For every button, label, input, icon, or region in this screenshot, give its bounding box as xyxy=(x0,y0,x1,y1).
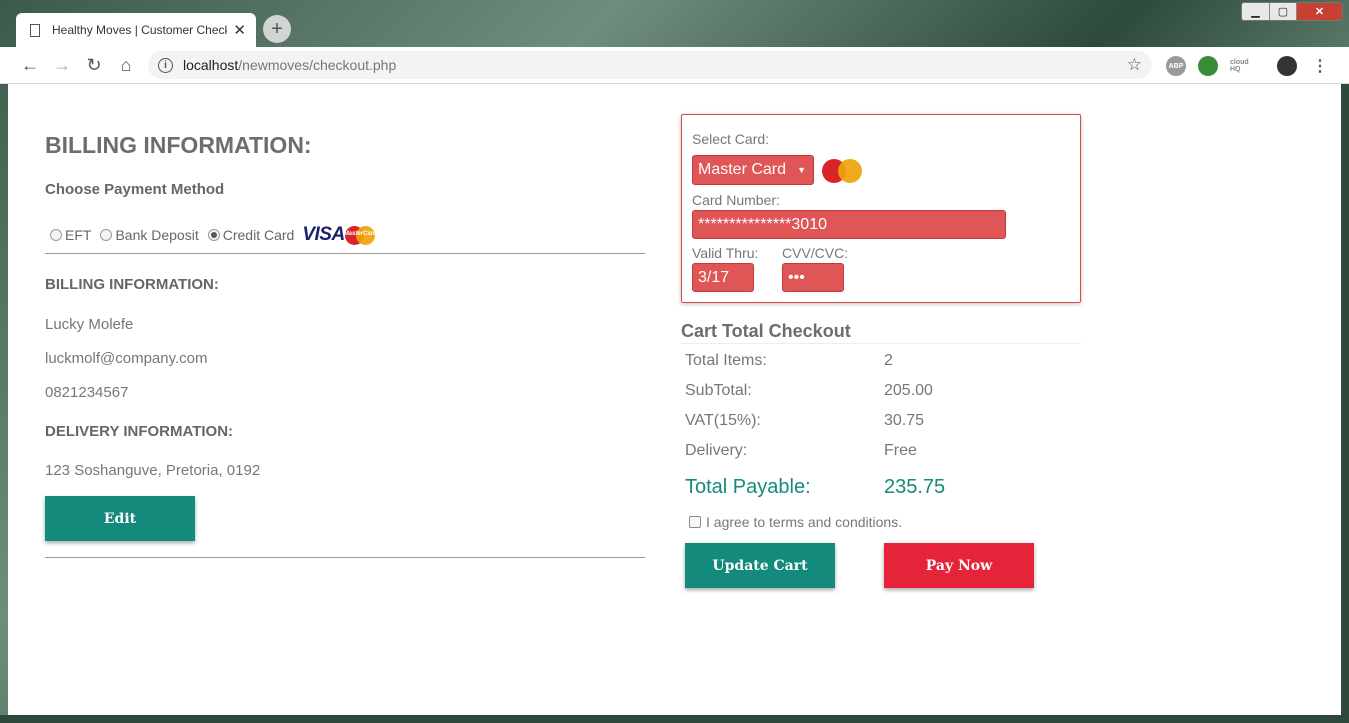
credit-card-radio[interactable] xyxy=(207,229,220,241)
back-icon[interactable]: ← xyxy=(14,55,46,76)
vat-value: 30.75 xyxy=(884,412,925,429)
tab-strip: Healthy Moves | Customer Check ✕ + ▁ ▢ ✕ xyxy=(0,0,1349,47)
card-number-input[interactable]: ***************3010 xyxy=(692,210,1006,239)
minimize-icon[interactable]: ▁ xyxy=(1242,3,1269,20)
bookmark-star-icon[interactable]: ☆ xyxy=(1127,55,1142,75)
divider xyxy=(681,343,1081,344)
maximize-icon[interactable]: ▢ xyxy=(1269,3,1296,20)
total-payable-label: Total Payable: xyxy=(685,476,811,498)
divider xyxy=(45,557,645,558)
profile-avatar-icon[interactable] xyxy=(1277,56,1297,76)
new-tab-button[interactable]: + xyxy=(263,15,291,43)
terms-label: I agree to terms and conditions. xyxy=(706,514,903,530)
close-tab-icon[interactable]: ✕ xyxy=(233,21,246,39)
mastercard-logo-text: MasterCard xyxy=(343,230,377,237)
delivery-value: Free xyxy=(884,442,917,459)
url-path: /newmoves/checkout.php xyxy=(238,57,397,73)
total-payable-value: 235.75 xyxy=(884,476,946,498)
method-bank-deposit[interactable]: Bank Deposit xyxy=(100,227,199,243)
address-bar[interactable]: i localhost/newmoves/checkout.php ☆ xyxy=(148,51,1152,79)
valid-thru-input[interactable]: 3/17 xyxy=(692,263,754,292)
edit-button[interactable]: Edit xyxy=(45,496,195,541)
browser-window: Healthy Moves | Customer Check ✕ + ▁ ▢ ✕… xyxy=(0,0,1349,723)
card-type-value: Master Card xyxy=(698,161,787,178)
info-icon[interactable]: i xyxy=(158,57,173,73)
chevron-down-icon: ▼ xyxy=(797,165,806,175)
card-number-label: Card Number: xyxy=(692,192,780,208)
terms-checkbox[interactable] xyxy=(689,516,701,528)
cart-title: Cart Total Checkout xyxy=(681,321,851,341)
divider xyxy=(45,253,645,254)
delivery-address: 123 Soshanguve, Pretoria, 0192 xyxy=(45,462,261,479)
adblock-icon[interactable]: ABP xyxy=(1166,56,1186,76)
browser-toolbar: ← → ↻ ⌂ i localhost/newmoves/checkout.ph… xyxy=(0,47,1349,84)
vat-label: VAT(15%): xyxy=(685,412,761,429)
payment-methods: EFT Bank Deposit Credit Card VISA Master… xyxy=(50,224,377,246)
url-host: localhost xyxy=(183,57,239,73)
customer-phone: 0821234567 xyxy=(45,384,129,401)
mastercard-logo: MasterCard xyxy=(343,225,377,245)
subtotal-value: 205.00 xyxy=(884,382,933,399)
pay-now-button[interactable]: Pay Now xyxy=(884,543,1034,588)
payment-method-label: Choose Payment Method xyxy=(45,181,225,198)
total-items-label: Total Items: xyxy=(685,352,767,369)
card-type-select[interactable]: Master Card ▼ xyxy=(692,155,814,185)
mastercard-logo xyxy=(822,159,862,183)
reload-icon[interactable]: ↻ xyxy=(78,55,110,76)
visa-logo: VISA xyxy=(302,224,345,245)
method-credit-label: Credit Card xyxy=(222,227,295,243)
update-cart-button[interactable]: Update Cart xyxy=(685,543,835,588)
tab-title: Healthy Moves | Customer Check xyxy=(52,23,228,37)
globe-extension-icon[interactable] xyxy=(1198,56,1218,76)
delivery-label: Delivery: xyxy=(685,442,748,459)
checkout-page: BILLING INFORMATION: Choose Payment Meth… xyxy=(8,84,1341,715)
forward-icon[interactable]: → xyxy=(46,55,78,76)
method-credit-card[interactable]: Credit Card xyxy=(207,227,295,243)
cloudhq-icon[interactable]: cloud HQ xyxy=(1230,56,1250,76)
subtotal-label: SubTotal: xyxy=(685,382,752,399)
eft-radio[interactable] xyxy=(50,229,62,241)
method-bank-label: Bank Deposit xyxy=(115,227,199,243)
terms-agreement[interactable]: I agree to terms and conditions. xyxy=(689,514,902,530)
home-icon[interactable]: ⌂ xyxy=(110,55,142,76)
bank-deposit-radio[interactable] xyxy=(100,229,113,241)
page-icon xyxy=(30,23,40,37)
window-edge xyxy=(1341,84,1349,715)
method-eft[interactable]: EFT xyxy=(50,227,91,243)
delivery-info-heading: DELIVERY INFORMATION: xyxy=(45,423,234,440)
card-details-panel: Select Card: Master Card ▼ Card Number: … xyxy=(681,114,1081,303)
browser-tab[interactable]: Healthy Moves | Customer Check ✕ xyxy=(16,13,256,47)
customer-name: Lucky Molefe xyxy=(45,316,134,333)
page-title: BILLING INFORMATION: xyxy=(45,132,312,158)
cvv-label: CVV/CVC: xyxy=(782,245,849,261)
desktop-background xyxy=(0,715,1349,723)
select-card-label: Select Card: xyxy=(692,131,770,147)
method-eft-label: EFT xyxy=(65,227,92,243)
menu-icon[interactable]: ⋮ xyxy=(1310,56,1330,76)
window-controls: ▁ ▢ ✕ xyxy=(1241,2,1343,21)
billing-info-heading: BILLING INFORMATION: xyxy=(45,276,219,293)
cvv-input[interactable]: ••• xyxy=(782,263,844,292)
total-items-value: 2 xyxy=(884,352,893,369)
window-close-icon[interactable]: ✕ xyxy=(1296,3,1342,20)
valid-thru-label: Valid Thru: xyxy=(692,245,759,261)
customer-email: luckmolf@company.com xyxy=(45,350,208,367)
